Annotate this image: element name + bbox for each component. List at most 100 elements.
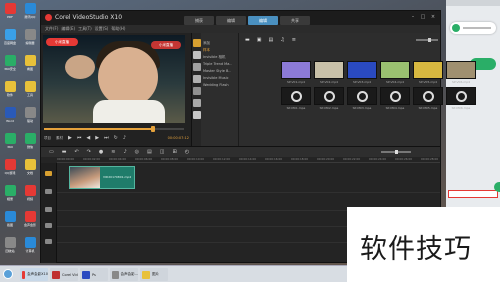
workflow-step-tab[interactable]: 共享	[280, 16, 310, 25]
desktop-icon[interactable]: 驱动	[20, 106, 40, 128]
taskbar-app-button[interactable]: Corel Vid	[50, 268, 78, 281]
media-thumbnail[interactable]: SP-V04.mp4	[380, 61, 410, 85]
media-thumbnail[interactable]: SP-V05.mp4	[413, 61, 443, 85]
desktop-icon[interactable]: PDF	[0, 2, 20, 24]
desktop-icon[interactable]: Word	[0, 106, 20, 128]
desktop-icon[interactable]: 相册	[0, 184, 20, 206]
desktop-icon[interactable]: 文档	[20, 158, 40, 180]
close-icon[interactable]: ×	[430, 14, 436, 20]
start-button[interactable]	[3, 269, 13, 279]
desktop-icon[interactable]: 360	[0, 132, 20, 154]
library-nav-item[interactable]: Triple Trend Ma..	[203, 62, 232, 66]
filter-icon[interactable]	[193, 99, 201, 107]
taskbar-app-button[interactable]: 会声会影...	[110, 268, 138, 281]
forward-icon[interactable]: ▶	[95, 135, 99, 141]
library-nav-item[interactable]: Invisible 相机	[203, 55, 226, 60]
library-nav-item[interactable]: 添加	[203, 41, 210, 46]
desktop-icon[interactable]: 编辑器	[20, 28, 40, 50]
repeat-icon[interactable]: ↻	[114, 135, 118, 141]
audio-thumbnail[interactable]: SP-M01.mpa	[281, 87, 311, 111]
taskbar-app-button[interactable]: 会声会影X10	[20, 268, 48, 281]
desktop-icon[interactable]: QQ游戏	[0, 158, 20, 180]
taskbar-app-button[interactable]: Ps	[80, 268, 108, 281]
desktop-icon[interactable]: 工具	[20, 80, 40, 102]
media-icon[interactable]	[193, 39, 201, 47]
desktop-icon[interactable]: 回收站	[0, 236, 20, 258]
image-filter-icon[interactable]: ▤	[268, 37, 273, 43]
auto-music-icon[interactable]: ♪	[123, 149, 126, 155]
desktop-icon[interactable]: 微信	[20, 132, 40, 154]
audio-thumbnail[interactable]: SP-M02.mpa	[314, 87, 344, 111]
desktop-icon[interactable]: 视频	[20, 184, 40, 206]
desktop-icon[interactable]: 腾讯QQ	[20, 2, 40, 24]
project-mode-label[interactable]: 项目	[44, 136, 51, 141]
sort-icon[interactable]: ≡	[292, 37, 296, 43]
thumbnail-zoom-slider[interactable]	[416, 37, 438, 42]
workflow-step-tab[interactable]: 编辑	[248, 16, 278, 25]
desktop-icon[interactable]: 计算机	[20, 236, 40, 258]
media-thumbnail[interactable]: SP-V03.mp4	[347, 61, 377, 85]
scrub-bar[interactable]	[44, 126, 184, 132]
time-ruler[interactable]: 00:00:00:00 00:00:02:00 00:00:04:00 00:00:0…	[57, 157, 440, 163]
video-filter-icon[interactable]: ▣	[257, 37, 262, 43]
audio-filter-icon[interactable]: ♫	[280, 37, 284, 43]
zoom-handle[interactable]	[428, 37, 431, 42]
workflow-step-tab[interactable]: 编辑	[216, 16, 246, 25]
time-remap-icon[interactable]: ◴	[185, 149, 189, 155]
rewind-icon[interactable]: ◀	[86, 135, 90, 141]
desktop-icon[interactable]: 软件	[0, 80, 20, 102]
media-thumbnail[interactable]: SP-V01.mp4	[281, 61, 311, 85]
voice-track-icon[interactable]	[45, 223, 52, 228]
library-nav-item[interactable]: Master Style B..	[203, 69, 231, 73]
storyboard-view-icon[interactable]: ▭	[49, 149, 54, 155]
audio-thumbnail[interactable]: SP-M03.mpa	[347, 87, 377, 111]
redo-icon[interactable]: ↷	[87, 149, 91, 155]
clip-mode-label[interactable]: 素材	[56, 136, 63, 141]
workflow-step-tab[interactable]: 捕获	[184, 16, 214, 25]
undo-icon[interactable]: ↶	[74, 149, 78, 155]
taskbar-app-button[interactable]: 图片	[140, 268, 168, 281]
menu-item[interactable]: 帮助(H)	[111, 25, 125, 33]
floating-chat-button[interactable]	[494, 182, 500, 192]
prev-icon[interactable]: ⏮	[77, 135, 82, 141]
mixer-icon[interactable]: ≋	[111, 149, 115, 155]
audio-thumbnail[interactable]: SP-M05.mpa	[413, 87, 443, 111]
media-thumbnail[interactable]: SP-V02.mp4	[314, 61, 344, 85]
overlay-track-icon[interactable]	[45, 189, 52, 194]
library-nav-item[interactable]: Wedding Flash	[203, 83, 229, 87]
video-clip[interactable]: VID20170801.mp4	[69, 166, 135, 189]
maximize-icon[interactable]: □	[420, 14, 426, 20]
desktop-icon[interactable]: 截图	[0, 210, 20, 232]
menu-item[interactable]: 文件(F)	[45, 25, 58, 33]
path-icon[interactable]	[193, 111, 201, 119]
instant-project-icon[interactable]	[193, 51, 201, 59]
desktop-icon[interactable]: 看图	[20, 54, 40, 76]
audio-thumbnail[interactable]: SP-M04.mpa	[380, 87, 410, 111]
timecode[interactable]: 00:00:07:12	[168, 136, 189, 140]
timeline-zoom-handle[interactable]	[395, 150, 398, 154]
title-icon[interactable]	[193, 75, 201, 83]
record-capture-icon[interactable]: ●	[99, 149, 103, 155]
video-track-icon[interactable]	[45, 171, 52, 176]
media-thumbnail[interactable]: SP-V06.mp4	[446, 61, 476, 85]
transition-icon[interactable]	[193, 63, 201, 71]
library-nav-item[interactable]: 样本	[203, 48, 210, 53]
menu-item[interactable]: 编辑(E)	[61, 25, 75, 33]
subtitle-editor-icon[interactable]: ▤	[147, 149, 152, 155]
desktop-icon[interactable]: 360安全	[0, 54, 20, 76]
multi-camera-icon[interactable]: ◫	[160, 149, 165, 155]
split-screen-icon[interactable]: ⊞	[173, 149, 177, 155]
preview-video[interactable]: 小米直播 小米直播	[43, 35, 185, 123]
title-track-icon[interactable]	[45, 207, 52, 212]
graphics-icon[interactable]	[193, 87, 201, 95]
wechat-notification[interactable]	[450, 22, 496, 34]
desktop-icon[interactable]: 百度网盘	[0, 28, 20, 50]
folder-icon[interactable]: ▬	[245, 37, 250, 43]
input-box[interactable]	[448, 190, 498, 198]
music-track-icon[interactable]	[45, 239, 52, 244]
timeline-zoom-slider[interactable]	[381, 150, 411, 154]
menu-item[interactable]: 设置(S)	[95, 25, 109, 33]
desktop-icon[interactable]: 会声会影	[20, 210, 40, 232]
volume-icon[interactable]: ♪	[123, 135, 126, 141]
motion-tracking-icon[interactable]: ◎	[135, 149, 139, 155]
